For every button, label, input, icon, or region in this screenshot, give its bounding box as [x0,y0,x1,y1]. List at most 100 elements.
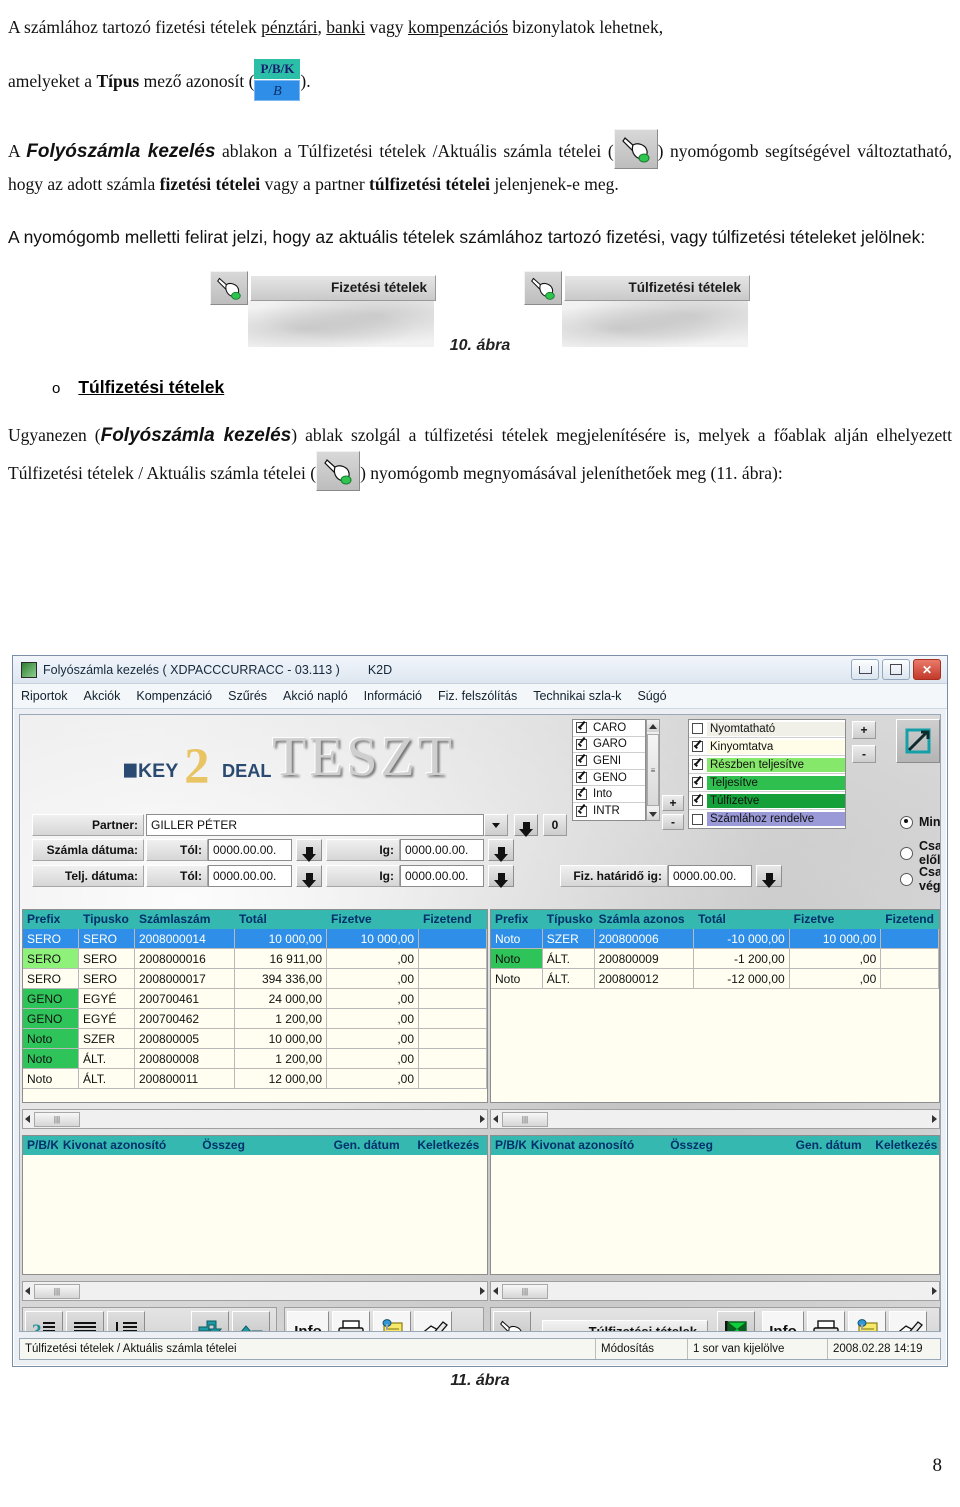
col-total[interactable]: Totál [235,910,327,929]
caret-left-icon[interactable] [25,1287,30,1295]
completion-date-from-picker[interactable] [296,865,322,888]
info-button[interactable]: Info [762,1311,804,1331]
left-detail-grid[interactable]: P/B/K Kivonat azonosító Összeg Gen. dátu… [22,1135,488,1275]
list-item[interactable]: INTR [573,803,645,820]
right-grid-hscrollbar[interactable]: ||| [490,1109,940,1129]
radio-mind[interactable]: Mind [900,815,940,829]
col-fizetendo[interactable]: Fizetend [419,910,487,929]
status-filter-list[interactable]: Nyomtatható Kinyomtatva Részben teljesít… [688,719,846,829]
scrollbar-thumb[interactable]: ≡ [647,734,659,806]
table-row[interactable]: Noto ÁLT. 200800009 -1 200,00 ,00 [491,949,939,969]
partner-lookup-button[interactable] [514,814,538,837]
checkbox-icon[interactable] [576,805,587,817]
invoice-date-to-picker[interactable] [488,839,514,862]
table-row[interactable]: Noto SZER 200800006 -10 000,00 10 000,00 [491,929,939,949]
type-remove-button[interactable]: - [662,814,684,830]
help-list-button[interactable]: ? [25,1311,63,1331]
menu-item-kompenzacio[interactable]: Kompenzáció [136,689,212,703]
scrollbar-thumb[interactable]: ||| [502,1111,548,1127]
list-item[interactable]: Kinyomtatva [689,738,845,756]
checkbox-icon[interactable] [692,759,703,770]
list-button[interactable] [66,1311,104,1331]
col-fizetve[interactable]: Fizetve [790,910,882,929]
type-add-button[interactable]: + [662,795,684,811]
col-kivonat[interactable]: Kivonat azonosító [527,1136,667,1155]
list-item[interactable]: Into [573,786,645,803]
alert-list-button[interactable] [107,1311,145,1331]
col-szamla-azonos[interactable]: Számla azonos [595,910,695,929]
print-button[interactable] [807,1311,845,1331]
scroll-down-button[interactable] [647,808,659,820]
list-item[interactable]: Számlához rendelve [689,810,845,828]
table-row[interactable]: GENO EGYÉ 200700461 24 000,00 ,00 [23,989,487,1009]
table-row[interactable]: Noto ÁLT. 200800011 12 000,00 ,00 [23,1069,487,1089]
table-row[interactable]: Noto SZER 200800005 10 000,00 ,00 [23,1029,487,1049]
toggle-overpayment-items-button[interactable] [493,1311,531,1331]
menu-item-riportok[interactable]: Riportok [21,689,68,703]
type-list-scrollbar[interactable]: ≡ [646,719,660,821]
status-add-button[interactable]: + [852,721,876,739]
list-item[interactable]: Túlfizetve [689,792,845,810]
caret-left-icon[interactable] [493,1287,498,1295]
radio-icon[interactable] [900,846,913,860]
menu-item-akciok[interactable]: Akciók [84,689,121,703]
list-item[interactable]: Teljesítve [689,774,845,792]
jump-up-button[interactable] [232,1311,270,1331]
col-kivonat[interactable]: Kivonat azonosító [59,1136,199,1155]
menu-item-fiz-felszolitas[interactable]: Fiz. felszólítás [438,689,517,703]
col-keletkezes[interactable]: Keletkezés [871,1136,939,1155]
checkbox-icon[interactable] [692,741,703,752]
hand-pointer-button-icon[interactable] [210,271,248,305]
invoice-date-to-input[interactable]: 0000.00.00. [400,839,484,861]
radio-csak-vegszla[interactable]: Csak végszla [900,865,940,893]
col-fizetve[interactable]: Fizetve [327,910,419,929]
menu-item-szures[interactable]: Szűrés [228,689,267,703]
note-button[interactable] [373,1311,411,1331]
left-detail-hscrollbar[interactable]: ||| [22,1281,488,1301]
col-pbk[interactable]: P/B/K [491,1136,527,1155]
col-osszeg[interactable]: Összeg [666,1136,792,1155]
list-item[interactable]: GARO [573,737,645,754]
type-filter-list[interactable]: CARO GARO GENI GENO Into INTR [572,719,646,821]
scrollbar-thumb[interactable]: ||| [502,1283,548,1299]
col-gen-datum[interactable]: Gen. dátum [792,1136,872,1155]
partner-dropdown-button[interactable] [484,814,508,836]
table-row[interactable]: GENO EGYÉ 200700462 1 200,00 ,00 [23,1009,487,1029]
completion-date-from-input[interactable]: 0000.00.00. [208,865,292,887]
col-pbk[interactable]: P/B/K [23,1136,59,1155]
checkbox-icon[interactable] [576,755,587,767]
sign-button[interactable] [414,1311,452,1331]
col-fizetendo[interactable]: Fizetend [881,910,939,929]
checkbox-icon[interactable] [692,723,703,734]
caret-right-icon[interactable] [932,1287,937,1295]
col-szamlaszam[interactable]: Számlaszám [135,910,235,929]
checkbox-icon[interactable] [576,738,587,750]
export-excel-button[interactable] [717,1311,755,1331]
scrollbar-thumb[interactable]: ||| [34,1283,80,1299]
list-item[interactable]: GENI [573,753,645,770]
radio-icon[interactable] [900,872,913,886]
radio-icon[interactable] [900,815,913,829]
list-item[interactable]: GENO [573,770,645,787]
hand-pointer-button-icon[interactable] [524,271,562,305]
menu-item-informacio[interactable]: Információ [364,689,422,703]
invoice-date-from-input[interactable]: 0000.00.00. [208,839,292,861]
info-button[interactable]: Info [287,1311,329,1331]
completion-date-to-input[interactable]: 0000.00.00. [400,865,484,887]
caret-left-icon[interactable] [493,1115,498,1123]
col-prefix[interactable]: Prefix [23,910,79,929]
edit-document-button[interactable] [896,719,940,763]
col-gen-datum[interactable]: Gen. dátum [330,1136,414,1155]
caret-right-icon[interactable] [932,1115,937,1123]
status-remove-button[interactable]: - [852,745,876,763]
col-osszeg[interactable]: Összeg [198,1136,330,1155]
radio-csak-eloleg[interactable]: Csak előleg [900,839,940,867]
sign-button[interactable] [889,1311,927,1331]
payment-deadline-picker[interactable] [756,865,782,888]
note-button[interactable] [848,1311,886,1331]
col-total[interactable]: Totál [694,910,790,929]
caret-right-icon[interactable] [480,1115,485,1123]
close-button[interactable]: ✕ [913,659,941,680]
checkbox-icon[interactable] [692,813,703,825]
table-row[interactable]: SERO SERO 2008000016 16 911,00 ,00 [23,949,487,969]
